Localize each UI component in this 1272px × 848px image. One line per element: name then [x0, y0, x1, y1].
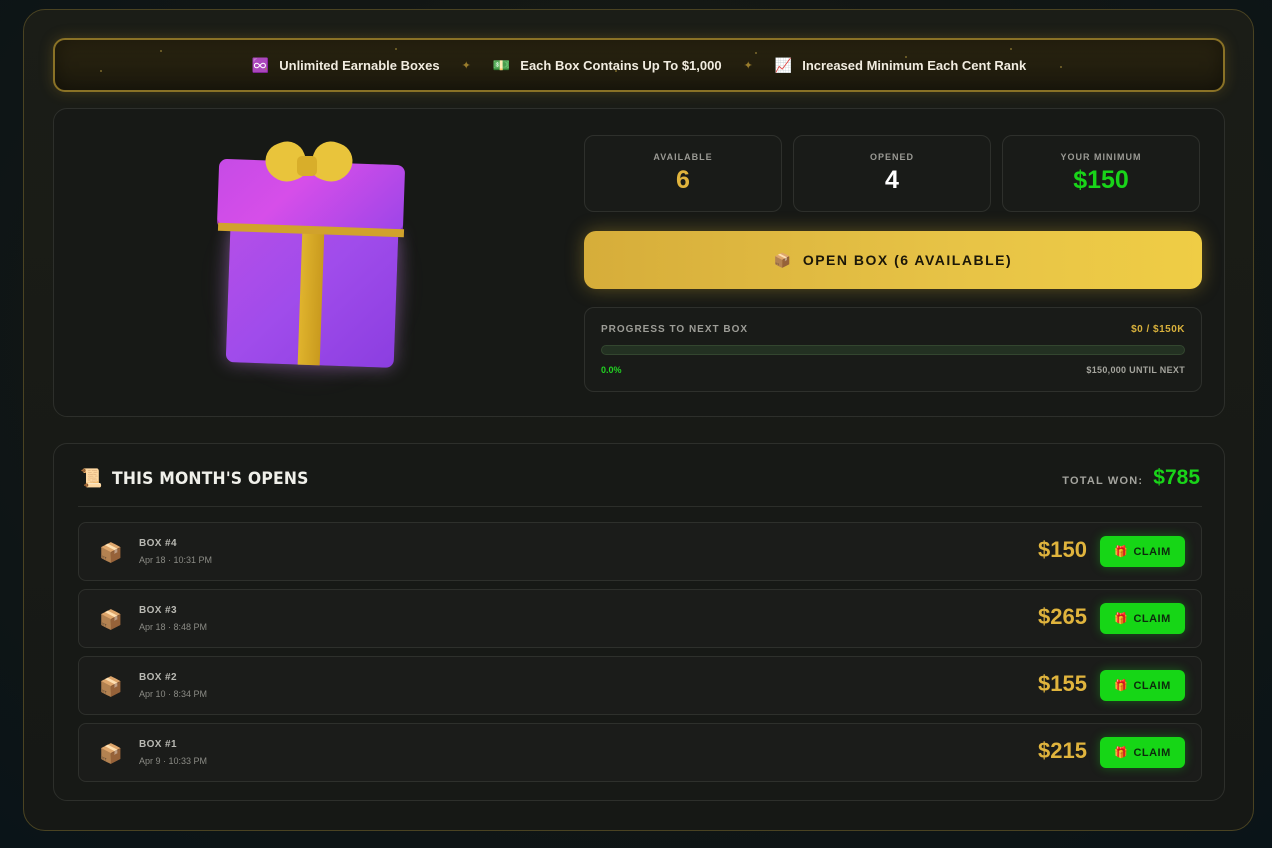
box-date: Apr 9 · 10:33 PM [139, 756, 208, 766]
box-amount: $155 [1038, 671, 1087, 696]
history-title: THIS MONTH'S OPENS [112, 468, 310, 489]
box-icon: 📦 [773, 251, 793, 268]
open-history-row: 📦 BOX #2 Apr 10 · 8:34 PM $155 🎁 CLAIM [78, 656, 1202, 715]
box-name: BOX #2 [139, 672, 177, 683]
total-won-label: TOTAL WON: [1062, 475, 1144, 487]
feature-label: Increased Minimum Each Cent Rank [802, 57, 1027, 73]
open-history-row: 📦 BOX #3 Apr 18 · 8:48 PM $265 🎁 CLAIM [78, 589, 1202, 648]
infinity-icon: ♾️ [251, 56, 270, 73]
box-date: Apr 18 · 8:48 PM [139, 622, 208, 632]
stat-value: 6 [676, 166, 690, 194]
open-history-row: 📦 BOX #1 Apr 9 · 10:33 PM $215 🎁 CLAIM [78, 723, 1202, 782]
claim-label: CLAIM [1133, 679, 1171, 692]
gift-icon: 🎁 [1114, 546, 1129, 558]
gift-icon: 🎁 [1114, 747, 1129, 759]
box-date: Apr 10 · 8:34 PM [139, 689, 208, 699]
history-header: 📜 THIS MONTH'S OPENS [80, 468, 326, 489]
claim-button[interactable]: 🎁 CLAIM [1100, 670, 1185, 701]
gift-icon: 🎁 [1114, 680, 1129, 692]
box-name: BOX #1 [139, 739, 177, 750]
chart-up-icon: 📈 [774, 56, 793, 73]
stat-your-minimum: YOUR MINIMUM $150 [1002, 135, 1200, 212]
stat-value: 4 [885, 166, 899, 194]
gift-icon: 🎁 [1114, 613, 1129, 625]
open-box-button[interactable]: 📦 OPEN BOX (6 AVAILABLE) [584, 231, 1202, 289]
total-won: TOTAL WON: $785 [1062, 466, 1200, 490]
box-icon: 📦 [99, 676, 123, 698]
box-hero-panel: AVAILABLE 6 OPENED 4 YOUR MINIMUM $150 📦… [53, 108, 1225, 417]
progress-amount: $0 / $150K [1131, 324, 1185, 335]
monthly-opens-panel: 📜 THIS MONTH'S OPENS TOTAL WON: $785 📦 B… [53, 443, 1225, 801]
scroll-icon: 📜 [80, 468, 103, 489]
claim-label: CLAIM [1133, 612, 1171, 625]
money-icon: 💵 [492, 56, 511, 73]
stat-available: AVAILABLE 6 [584, 135, 782, 212]
sparkle-separator-icon: ✦ [743, 58, 753, 72]
box-date: Apr 18 · 10:31 PM [139, 555, 213, 565]
claim-label: CLAIM [1133, 746, 1171, 759]
feature-banner: ♾️ Unlimited Earnable Boxes ✦ 💵 Each Box… [53, 38, 1225, 92]
claim-button[interactable]: 🎁 CLAIM [1100, 536, 1185, 567]
stat-label: OPENED [869, 152, 914, 162]
claim-button[interactable]: 🎁 CLAIM [1100, 737, 1185, 768]
box-name: BOX #4 [139, 538, 177, 549]
box-amount: $265 [1038, 604, 1087, 629]
open-box-label: OPEN BOX (6 AVAILABLE) [802, 252, 1013, 268]
open-history-row: 📦 BOX #4 Apr 18 · 10:31 PM $150 🎁 CLAIM [78, 522, 1202, 581]
progress-bar [601, 345, 1185, 355]
total-won-value: $785 [1153, 466, 1200, 489]
progress-percent: 0.0% [601, 365, 622, 375]
progress-title: PROGRESS TO NEXT BOX [601, 324, 749, 335]
feature-unlimited-boxes: ♾️ Unlimited Earnable Boxes [252, 57, 440, 74]
progress-until-next: $150,000 UNTIL NEXT [1086, 365, 1185, 375]
gift-box-icon[interactable] [194, 134, 434, 399]
box-amount: $150 [1038, 537, 1087, 562]
feature-increased-minimum: 📈 Increased Minimum Each Cent Rank [775, 57, 1026, 74]
stat-label: YOUR MINIMUM [1060, 152, 1142, 162]
stat-label: AVAILABLE [653, 152, 713, 162]
stat-value: $150 [1073, 166, 1129, 194]
box-icon: 📦 [99, 743, 123, 765]
box-icon: 📦 [99, 542, 123, 564]
box-icon: 📦 [99, 609, 123, 631]
box-name: BOX #3 [139, 605, 177, 616]
divider [78, 506, 1202, 507]
feature-box-contents: 💵 Each Box Contains Up To $1,000 [493, 57, 722, 74]
stat-opened: OPENED 4 [793, 135, 991, 212]
sparkle-separator-icon: ✦ [461, 58, 471, 72]
feature-label: Each Box Contains Up To $1,000 [520, 57, 722, 73]
claim-button[interactable]: 🎁 CLAIM [1100, 603, 1185, 634]
claim-label: CLAIM [1133, 545, 1171, 558]
feature-label: Unlimited Earnable Boxes [279, 57, 440, 73]
box-amount: $215 [1038, 738, 1087, 763]
progress-card: PROGRESS TO NEXT BOX $0 / $150K 0.0% $15… [584, 307, 1202, 392]
